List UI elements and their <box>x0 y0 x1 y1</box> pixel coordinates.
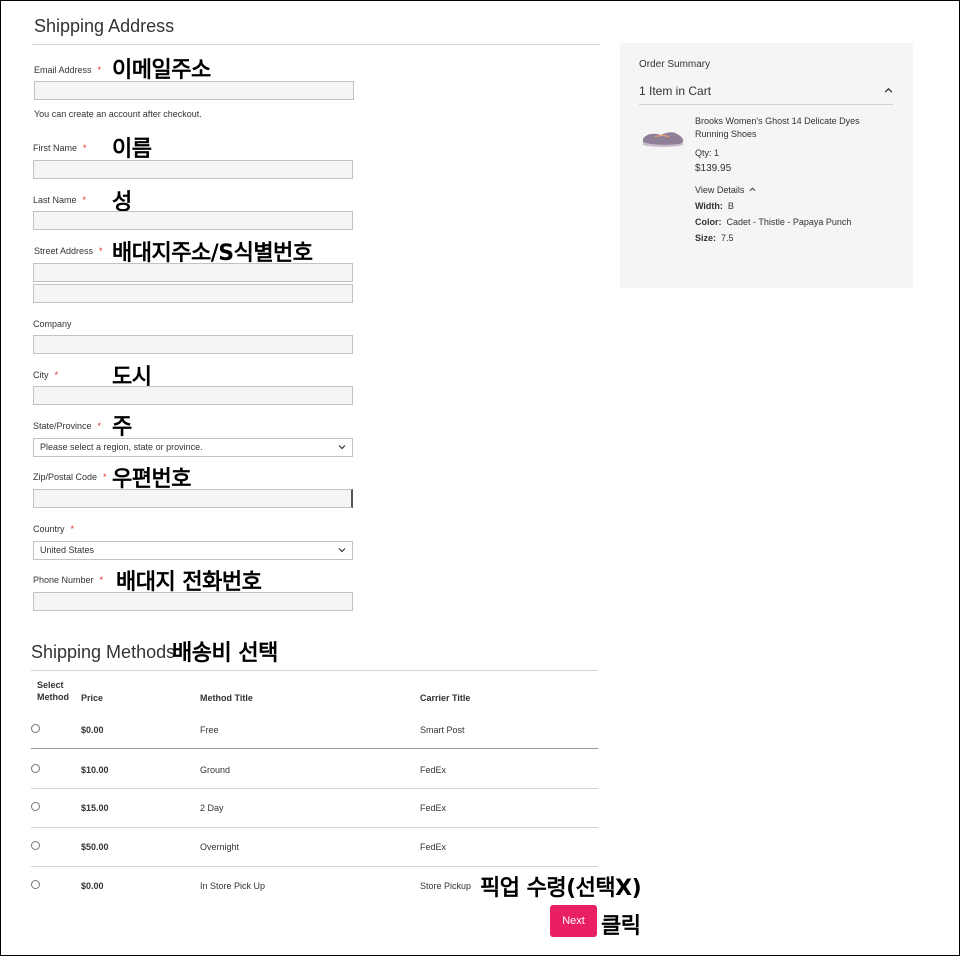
next-button[interactable]: Next <box>550 905 597 937</box>
shipping-price: $10.00 <box>81 765 109 775</box>
col-header-price: Price <box>81 693 104 703</box>
email-field[interactable] <box>34 81 354 100</box>
shipping-carrier-title: Store Pickup <box>420 881 472 891</box>
row-divider <box>31 827 598 828</box>
col-header-select-line2: Method <box>37 692 69 702</box>
country-label: Country * <box>33 524 75 534</box>
state-select-value: Please select a region, state or provinc… <box>40 442 203 452</box>
shipping-carrier-title: FedEx <box>420 842 447 852</box>
shipping-method-title: Ground <box>200 765 231 775</box>
shipping-method-radio-ground[interactable] <box>31 764 40 773</box>
col-header-carrier-title: Carrier Title <box>420 693 471 703</box>
company-field[interactable] <box>33 335 353 354</box>
shipping-method-title: Overnight <box>200 842 240 852</box>
company-label: Company <box>33 319 72 329</box>
option-color-label: Color: <box>695 217 722 227</box>
shoe-image <box>643 132 684 147</box>
items-in-cart-toggle[interactable]: 1 Item in Cart <box>639 84 711 98</box>
shipping-method-radio-overnight[interactable] <box>31 841 40 850</box>
pickup-annotation: 픽업 수령(선택X) <box>480 876 642 901</box>
state-select[interactable]: Please select a region, state or provinc… <box>33 438 353 457</box>
country-select[interactable]: United States <box>33 541 353 560</box>
last-name-label: Last Name * <box>33 195 87 205</box>
row-divider <box>31 788 598 789</box>
state-annotation: 주 <box>112 415 132 440</box>
street-address-line1-field[interactable] <box>33 263 353 282</box>
shipping-price: $0.00 <box>81 881 104 891</box>
chevron-up-icon[interactable] <box>884 86 893 95</box>
product-name-line2: Running Shoes <box>695 129 757 139</box>
option-size-label: Size: <box>695 233 717 243</box>
order-summary-panel: Order Summary 1 Item in Cart Brooks Wome… <box>620 43 913 288</box>
option-color-value: Cadet - Thistle - Papaya Punch <box>726 217 852 227</box>
option-width: Width: B <box>695 201 734 211</box>
order-summary-title: Order Summary <box>639 59 711 70</box>
chevron-up-icon <box>749 187 756 192</box>
shipping-carrier-title: FedEx <box>420 765 447 775</box>
first-name-field[interactable] <box>33 160 353 179</box>
state-label: State/Province * <box>33 421 102 431</box>
product-name-line1: Brooks Women's Ghost 14 Delicate Dyes <box>695 116 860 126</box>
first-name-label: First Name * <box>33 143 87 153</box>
option-color: Color: Cadet - Thistle - Papaya Punch <box>695 217 851 227</box>
street-address-line2-field[interactable] <box>33 284 353 303</box>
col-header-method-title: Method Title <box>200 693 253 703</box>
shipping-price: $0.00 <box>81 725 104 735</box>
option-width-label: Width: <box>695 201 723 211</box>
product-price: $139.95 <box>695 163 732 174</box>
shipping-price: $50.00 <box>81 842 109 852</box>
product-qty: Qty: 1 <box>695 148 720 158</box>
city-field[interactable] <box>33 386 353 405</box>
shipping-method-radio-2day[interactable] <box>31 802 40 811</box>
shipping-carrier-title: Smart Post <box>420 725 465 735</box>
email-label: Email Address * <box>34 65 102 75</box>
col-header-select: Select Method <box>37 679 69 703</box>
email-annotation: 이메일주소 <box>112 58 211 83</box>
divider <box>31 670 598 671</box>
shipping-method-radio-store-pickup[interactable] <box>31 880 40 889</box>
row-divider <box>31 748 598 749</box>
shipping-methods-title: Shipping Methods <box>31 642 176 662</box>
row-divider <box>31 866 598 867</box>
shipping-method-title: Free <box>200 725 219 735</box>
phone-field[interactable] <box>33 592 353 611</box>
first-name-annotation: 이름 <box>112 137 152 162</box>
country-select-value: United States <box>40 545 95 555</box>
option-size-value: 7.5 <box>721 233 734 243</box>
divider <box>32 44 600 45</box>
email-note: You can create an account after checkout… <box>34 109 202 119</box>
chevron-down-icon <box>338 548 346 553</box>
next-annotation: 클릭 <box>601 914 641 939</box>
phone-label: Phone Number * <box>33 575 104 585</box>
street-address-label: Street Address * <box>34 246 103 256</box>
shipping-method-title: In Store Pick Up <box>200 881 266 891</box>
shipping-method-radio-free[interactable] <box>31 724 40 733</box>
shipping-address-title: Shipping Address <box>34 16 175 36</box>
last-name-field[interactable] <box>33 211 353 230</box>
option-size: Size: 7.5 <box>695 233 734 243</box>
divider <box>639 104 893 105</box>
zip-field[interactable] <box>33 489 353 508</box>
view-details-toggle[interactable]: View Details <box>695 185 756 195</box>
shipping-method-title: 2 Day <box>200 803 224 813</box>
col-header-select-line1: Select <box>37 680 64 690</box>
option-width-value: B <box>727 201 734 211</box>
chevron-down-icon <box>338 445 346 450</box>
shipping-carrier-title: FedEx <box>420 803 447 813</box>
shipping-methods-annotation: 배송비 선택 <box>172 641 278 666</box>
shipping-price: $15.00 <box>81 803 109 813</box>
view-details-label: View Details <box>695 185 745 195</box>
city-label: City * <box>33 370 59 380</box>
product-name: Brooks Women's Ghost 14 Delicate Dyes Ru… <box>695 115 860 141</box>
zip-label: Zip/Postal Code * <box>33 472 107 482</box>
